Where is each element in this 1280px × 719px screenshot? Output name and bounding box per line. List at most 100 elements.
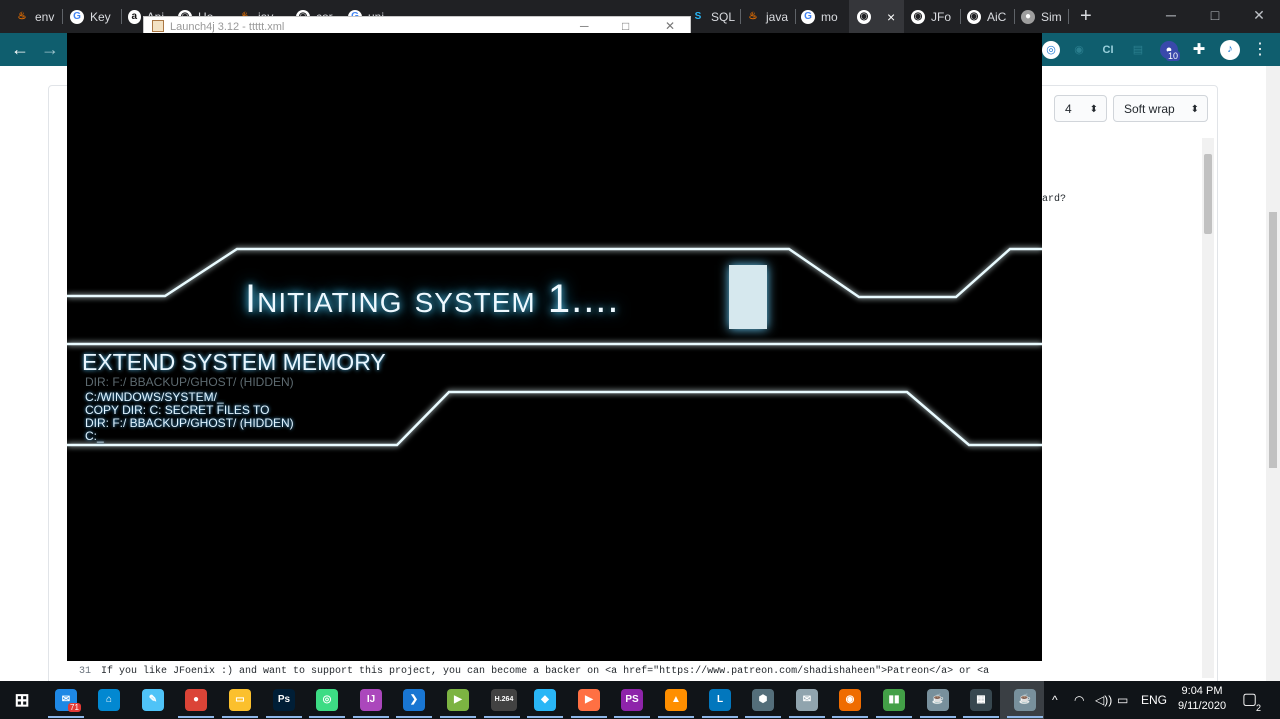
- running-indicator: [396, 716, 432, 718]
- photoshop-icon[interactable]: Ps: [273, 689, 295, 711]
- ghost-text: DIR: F:/ BBACKUP/GHOST/ (HIDDEN): [85, 375, 294, 389]
- notepad-icon[interactable]: ✎: [142, 689, 164, 711]
- running-indicator: [963, 716, 999, 718]
- tab-key[interactable]: G Key: [70, 0, 118, 33]
- volume-icon[interactable]: ◁)): [1095, 681, 1112, 719]
- forward-arrow-icon: →: [41, 39, 59, 59]
- google-icon: G: [801, 9, 815, 24]
- tab-jfo[interactable]: ◉ JFo: [911, 0, 955, 33]
- running-indicator: [440, 716, 476, 718]
- launch4j-title-bar[interactable]: Launch4j 3.12 - ttttt.xml ─ □ ✕: [143, 16, 691, 34]
- forward-button[interactable]: →: [39, 39, 61, 61]
- puzzle-extensions-icon[interactable]: ✚: [1190, 41, 1208, 59]
- extension-blue-icon[interactable]: ◎: [1042, 41, 1060, 59]
- ubuntu-icon[interactable]: ◉: [839, 689, 861, 711]
- explorer-icon[interactable]: ▭: [229, 689, 251, 711]
- page-scrollbar[interactable]: [1266, 66, 1280, 681]
- start-icon[interactable]: ⊞: [11, 689, 33, 711]
- close-window-button[interactable]: ✕: [1237, 0, 1280, 33]
- s-icon: S: [694, 10, 702, 22]
- maximize-button[interactable]: □: [1193, 0, 1237, 33]
- minimize-button[interactable]: ─: [1149, 0, 1193, 33]
- indent-size-select[interactable]: 4 ⬍: [1054, 95, 1107, 122]
- tab-java[interactable]: ♨ java: [746, 0, 792, 33]
- video-icon[interactable]: ▶: [578, 689, 600, 711]
- tab-active-github[interactable]: ◉ ×: [849, 0, 904, 33]
- back-button[interactable]: ←: [9, 39, 31, 61]
- launch4j-minimize-button[interactable]: ─: [580, 19, 589, 33]
- media-player-icon[interactable]: ▶: [447, 689, 469, 711]
- h264-icon[interactable]: H.264: [491, 689, 517, 711]
- battery-icon[interactable]: ▭: [1117, 681, 1128, 719]
- store-icon[interactable]: ⌂: [98, 689, 120, 711]
- notification-count: 2: [1256, 703, 1262, 713]
- calculator-icon[interactable]: ▦: [970, 689, 992, 711]
- running-indicator: [745, 716, 781, 718]
- vscode-icon[interactable]: ❯: [403, 689, 425, 711]
- tab-sim[interactable]: ● Sim: [1021, 0, 1065, 33]
- launch4j-icon[interactable]: L: [709, 689, 731, 711]
- tab-label: env: [35, 9, 55, 24]
- editor-scrollbar-thumb[interactable]: [1204, 154, 1212, 234]
- running-indicator: [876, 716, 912, 718]
- extension-ci-icon[interactable]: CI: [1099, 41, 1117, 59]
- extension-gray-icon[interactable]: ◉: [1070, 41, 1088, 59]
- page-scrollbar-thumb[interactable]: [1269, 212, 1277, 468]
- tray-overflow-icon[interactable]: ^: [1052, 681, 1058, 719]
- mail-app-icon[interactable]: ✉: [796, 689, 818, 711]
- tab-separator: [62, 9, 63, 24]
- taskbar-clock[interactable]: 9:04 PM 9/11/2020: [1172, 684, 1232, 714]
- notification-icon[interactable]: ▢: [1242, 681, 1257, 719]
- mail-badge: 71: [68, 703, 81, 712]
- intellij-icon[interactable]: IJ: [360, 689, 382, 711]
- java-icon: ♨: [748, 10, 758, 22]
- launch4j-close-button[interactable]: ✕: [665, 19, 675, 33]
- running-indicator: [1007, 716, 1043, 718]
- new-tab-button[interactable]: +: [1080, 0, 1102, 33]
- tab-mo[interactable]: Gmo: [801, 0, 845, 33]
- tab-separator: [1014, 9, 1015, 24]
- avatar[interactable]: ♪: [1220, 40, 1240, 60]
- running-indicator: [527, 716, 563, 718]
- memory-heading: EXTEND SYSTEM MEMORY: [82, 349, 386, 375]
- splash-heading: Initiating system 1....: [245, 277, 620, 321]
- extension-keyboard-icon[interactable]: ▤: [1129, 41, 1147, 59]
- wrap-mode-value: Soft wrap: [1124, 102, 1175, 116]
- code-snippet: ard?: [1042, 194, 1067, 205]
- running-indicator: [48, 716, 84, 718]
- java-app-icon[interactable]: ☕: [927, 689, 949, 711]
- java-running-icon[interactable]: ☕: [1014, 689, 1036, 711]
- box-icon[interactable]: ⬢: [752, 689, 774, 711]
- tab-label: mo: [821, 9, 838, 24]
- launch4j-app-icon: [152, 20, 164, 32]
- java-icon: ♨: [17, 10, 27, 22]
- language-indicator[interactable]: ENG: [1141, 681, 1167, 719]
- tab-sql-1[interactable]: S SQL: [691, 0, 736, 33]
- diamond-icon[interactable]: ◆: [534, 689, 556, 711]
- tab-env[interactable]: ♨ env: [15, 0, 57, 33]
- trello-icon[interactable]: ▮▮: [883, 689, 905, 711]
- tab-label: Sim: [1041, 9, 1062, 24]
- code-line-text: If you like JFoenix :) and want to suppo…: [101, 666, 990, 677]
- phpstorm-icon[interactable]: PS: [621, 689, 643, 711]
- github-icon: ◉: [967, 9, 981, 24]
- close-tab-icon[interactable]: ×: [887, 9, 895, 25]
- tab-separator: [795, 9, 796, 24]
- tab-label: SQL: [711, 9, 736, 24]
- select-caret-icon: ⬍: [1089, 104, 1098, 115]
- chrome-menu-icon[interactable]: ⋮: [1251, 41, 1269, 59]
- code-line: 31 If you like JFoenix :) and want to sup…: [67, 662, 1042, 682]
- android-studio-icon[interactable]: ◎: [316, 689, 338, 711]
- extension-badge-count: 10: [1166, 51, 1181, 61]
- blinking-cursor-block: [729, 265, 767, 329]
- tab-aic[interactable]: ◉ AiC: [967, 0, 1011, 33]
- terminal-line: DIR: F:/ BBACKUP/GHOST/ (HIDDEN): [85, 416, 294, 430]
- editor-scrollbar[interactable]: [1202, 138, 1214, 678]
- plus-icon: +: [1080, 5, 1092, 27]
- wrap-mode-select[interactable]: Soft wrap ⬍: [1113, 95, 1208, 122]
- chrome-icon[interactable]: ●: [185, 689, 207, 711]
- launch4j-maximize-button[interactable]: □: [622, 19, 629, 33]
- vlc-icon[interactable]: ▲: [665, 689, 687, 711]
- tab-separator: [121, 9, 122, 24]
- wifi-icon[interactable]: ◠: [1074, 681, 1084, 719]
